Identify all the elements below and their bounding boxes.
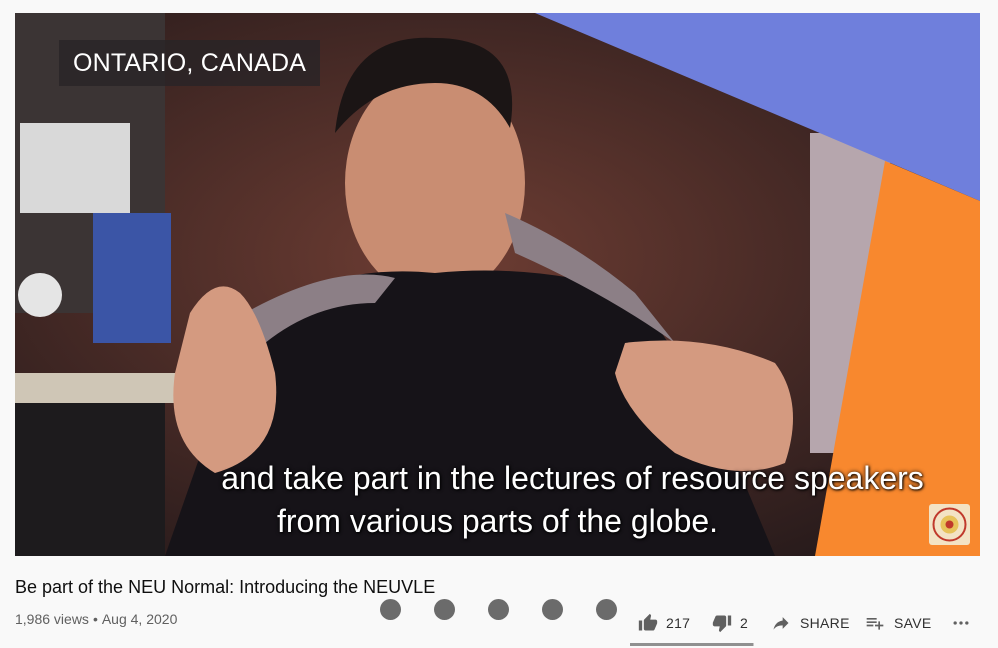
upload-date: Aug 4, 2020 — [101, 611, 178, 627]
caption-line: from various parts of the globe. — [276, 503, 719, 539]
more-icon — [953, 621, 969, 625]
like-count: 217 — [666, 615, 691, 631]
view-count: 1,986 views — [15, 611, 89, 627]
like-button[interactable]: 217 — [638, 610, 690, 636]
meta-separator: • — [92, 611, 98, 627]
thumb-up-icon — [638, 613, 658, 631]
share-button[interactable]: SHARE — [770, 610, 850, 636]
video-title: Be part of the NEU Normal: Introducing t… — [15, 577, 436, 597]
dot — [434, 599, 455, 620]
thumb-down-icon — [712, 615, 732, 633]
like-dislike-ratio-bar — [630, 643, 754, 646]
youtube-watch-page: ONTARIO, CANADA and take part in the lec… — [0, 0, 998, 648]
dot — [596, 599, 617, 620]
channel-watermark-logo[interactable] — [929, 504, 970, 545]
video-meta: 1,986 views • Aug 4, 2020 — [15, 611, 177, 627]
video-captions: and take part in the lectures of resourc… — [15, 457, 980, 543]
dot — [488, 599, 509, 620]
caption-line: and take part in the lectures of resourc… — [221, 460, 924, 496]
save-label: SAVE — [894, 615, 932, 631]
loading-dots-overlay — [380, 599, 620, 621]
video-player[interactable]: ONTARIO, CANADA and take part in the lec… — [15, 13, 980, 556]
more-actions-button[interactable] — [950, 610, 972, 636]
dot — [380, 599, 401, 620]
dislike-count: 2 — [740, 615, 749, 631]
share-icon — [773, 617, 789, 630]
dislike-button[interactable]: 2 — [712, 610, 748, 636]
location-overlay: ONTARIO, CANADA — [59, 40, 321, 86]
share-label: SHARE — [800, 615, 850, 631]
like-ratio-fill — [630, 643, 753, 646]
dot — [542, 599, 563, 620]
save-button[interactable]: SAVE — [864, 610, 932, 636]
save-playlist-icon — [866, 618, 884, 630]
